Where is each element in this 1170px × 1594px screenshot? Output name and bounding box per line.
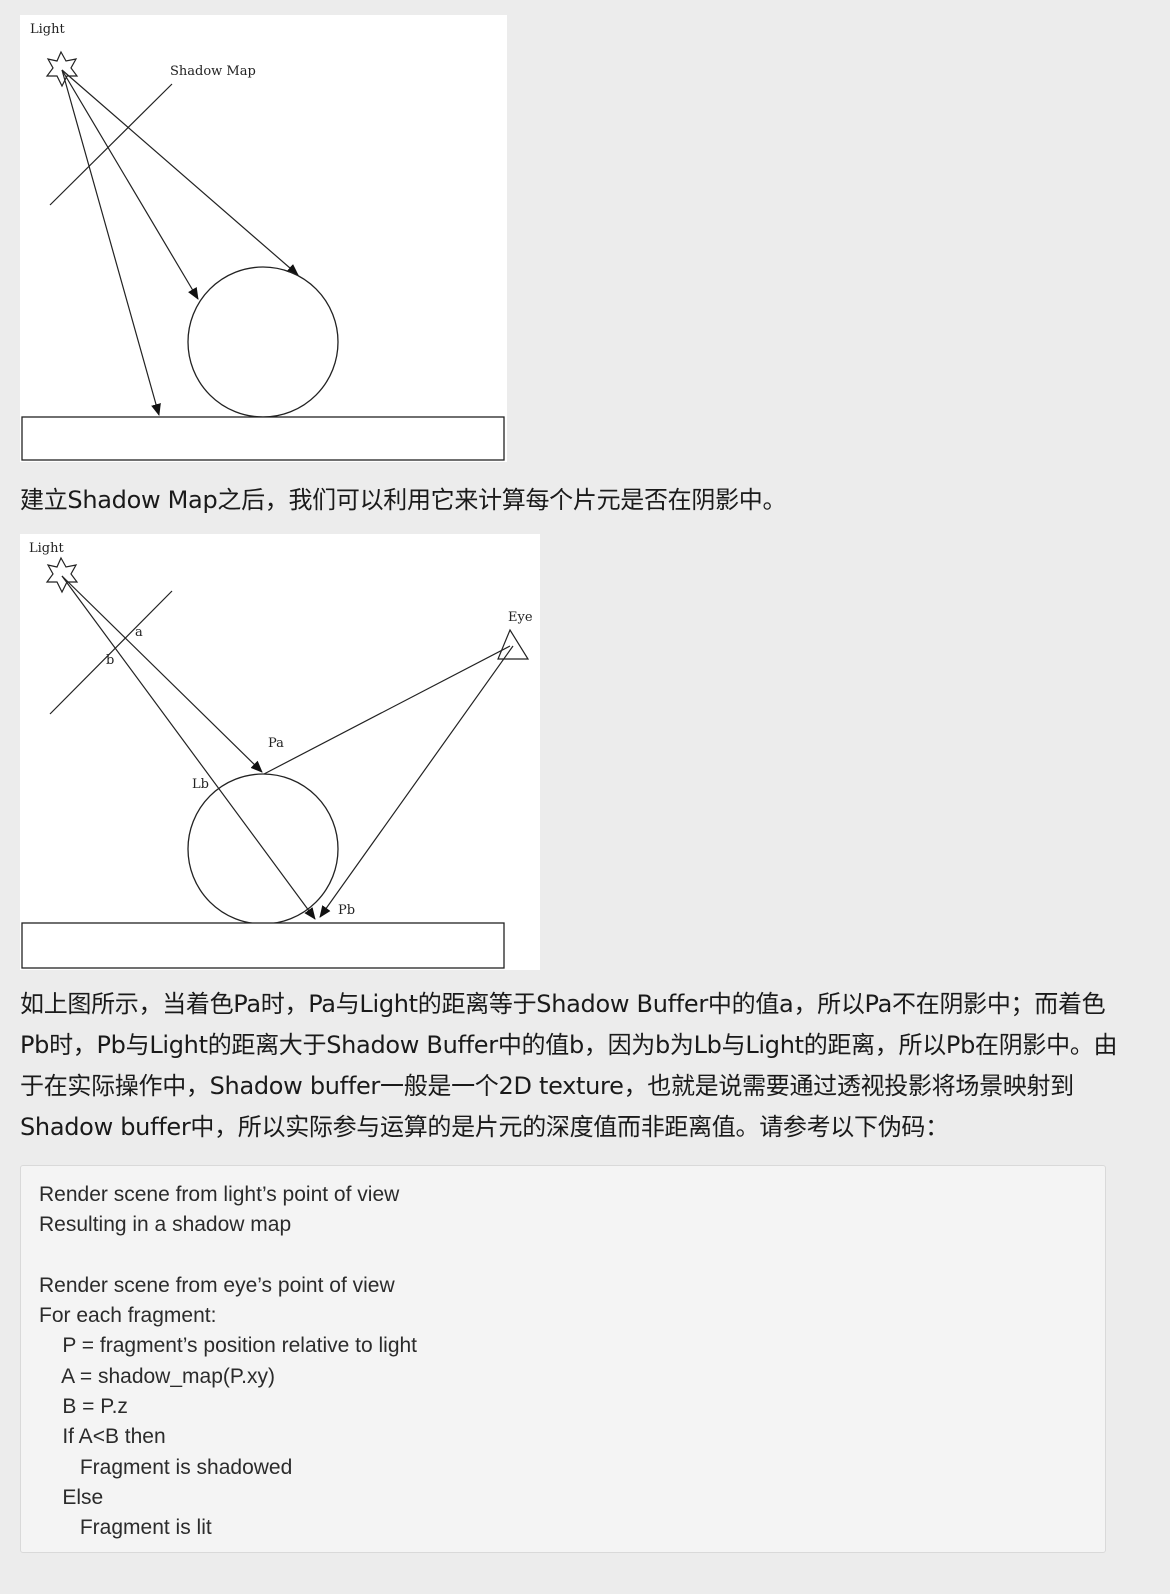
code-line: P = fragment’s position relative to ligh… — [39, 1334, 418, 1358]
eye-label: Eye — [508, 610, 533, 625]
paragraph-line: Shadow buffer中，所以实际参与运算的是片元的深度值而非距离值。请参考… — [20, 1113, 949, 1141]
light-ray-sphere-top — [61, 69, 299, 276]
shadow-map-plane — [49, 83, 173, 206]
pseudocode-block: Render scene from light’s point of view … — [20, 1165, 1106, 1553]
code-line: Resulting in a shadow map — [39, 1213, 292, 1237]
paragraph-intro: 建立Shadow Map之后，我们可以利用它来计算每个片元是否在阴影中。 — [20, 486, 787, 514]
eye-triangle-icon — [497, 628, 530, 660]
paragraph-line: Pb时，Pb与Light的距离大于Shadow Buffer中的值b，因为b为L… — [20, 1031, 1118, 1059]
light-ray-sphere-left — [61, 69, 199, 300]
eye-ray-pb — [319, 645, 514, 918]
code-line: Fragment is shadowed — [39, 1455, 293, 1479]
light-label-2: Light — [29, 541, 64, 556]
code-line: Fragment is lit — [39, 1516, 212, 1540]
paragraph-line: 如上图所示，当着色Pa时，Pa与Light的距离等于Shadow Buffer中… — [20, 990, 1106, 1018]
shadow-test-diagram-svg: Light a b Eye Pa Lb Pb — [21, 541, 533, 969]
code-line: B = P.z — [39, 1395, 128, 1419]
shadow-test-diagram: Light a b Eye Pa Lb Pb — [20, 534, 540, 970]
paragraph-explanation: 如上图所示，当着色Pa时，Pa与Light的距离等于Shadow Buffer中… — [20, 984, 1120, 1148]
code-line: Render scene from light’s point of view — [39, 1183, 400, 1206]
shadow-map-label: Shadow Map — [170, 64, 256, 79]
shadow-map-diagram: Light Shadow Map — [20, 15, 507, 462]
paragraph-line: 于在实际操作中，Shadow buffer一般是一个2D texture，也就是… — [20, 1072, 1074, 1100]
sphere — [187, 266, 339, 418]
label-lb: Lb — [192, 777, 209, 792]
code-line: For each fragment: — [39, 1304, 217, 1328]
light-star-icon — [45, 50, 79, 88]
label-pb: Pb — [338, 903, 355, 918]
light-ray-pa — [61, 575, 263, 773]
code-line: Render scene from eye’s point of view — [39, 1273, 395, 1297]
light-label: Light — [30, 22, 65, 37]
light-ray-ground — [61, 69, 161, 416]
code-line: If A<B then — [39, 1425, 166, 1449]
ground-plane — [21, 416, 505, 461]
eye-ray-pa — [263, 645, 511, 775]
code-line: A = shadow_map(P.xy) — [39, 1364, 275, 1388]
label-pa: Pa — [268, 736, 284, 751]
label-a: a — [135, 625, 143, 640]
shadow-map-diagram-svg: Light Shadow Map — [21, 22, 505, 461]
label-b: b — [106, 653, 114, 668]
code-line: Else — [39, 1485, 104, 1509]
ground-plane-2 — [21, 922, 505, 969]
